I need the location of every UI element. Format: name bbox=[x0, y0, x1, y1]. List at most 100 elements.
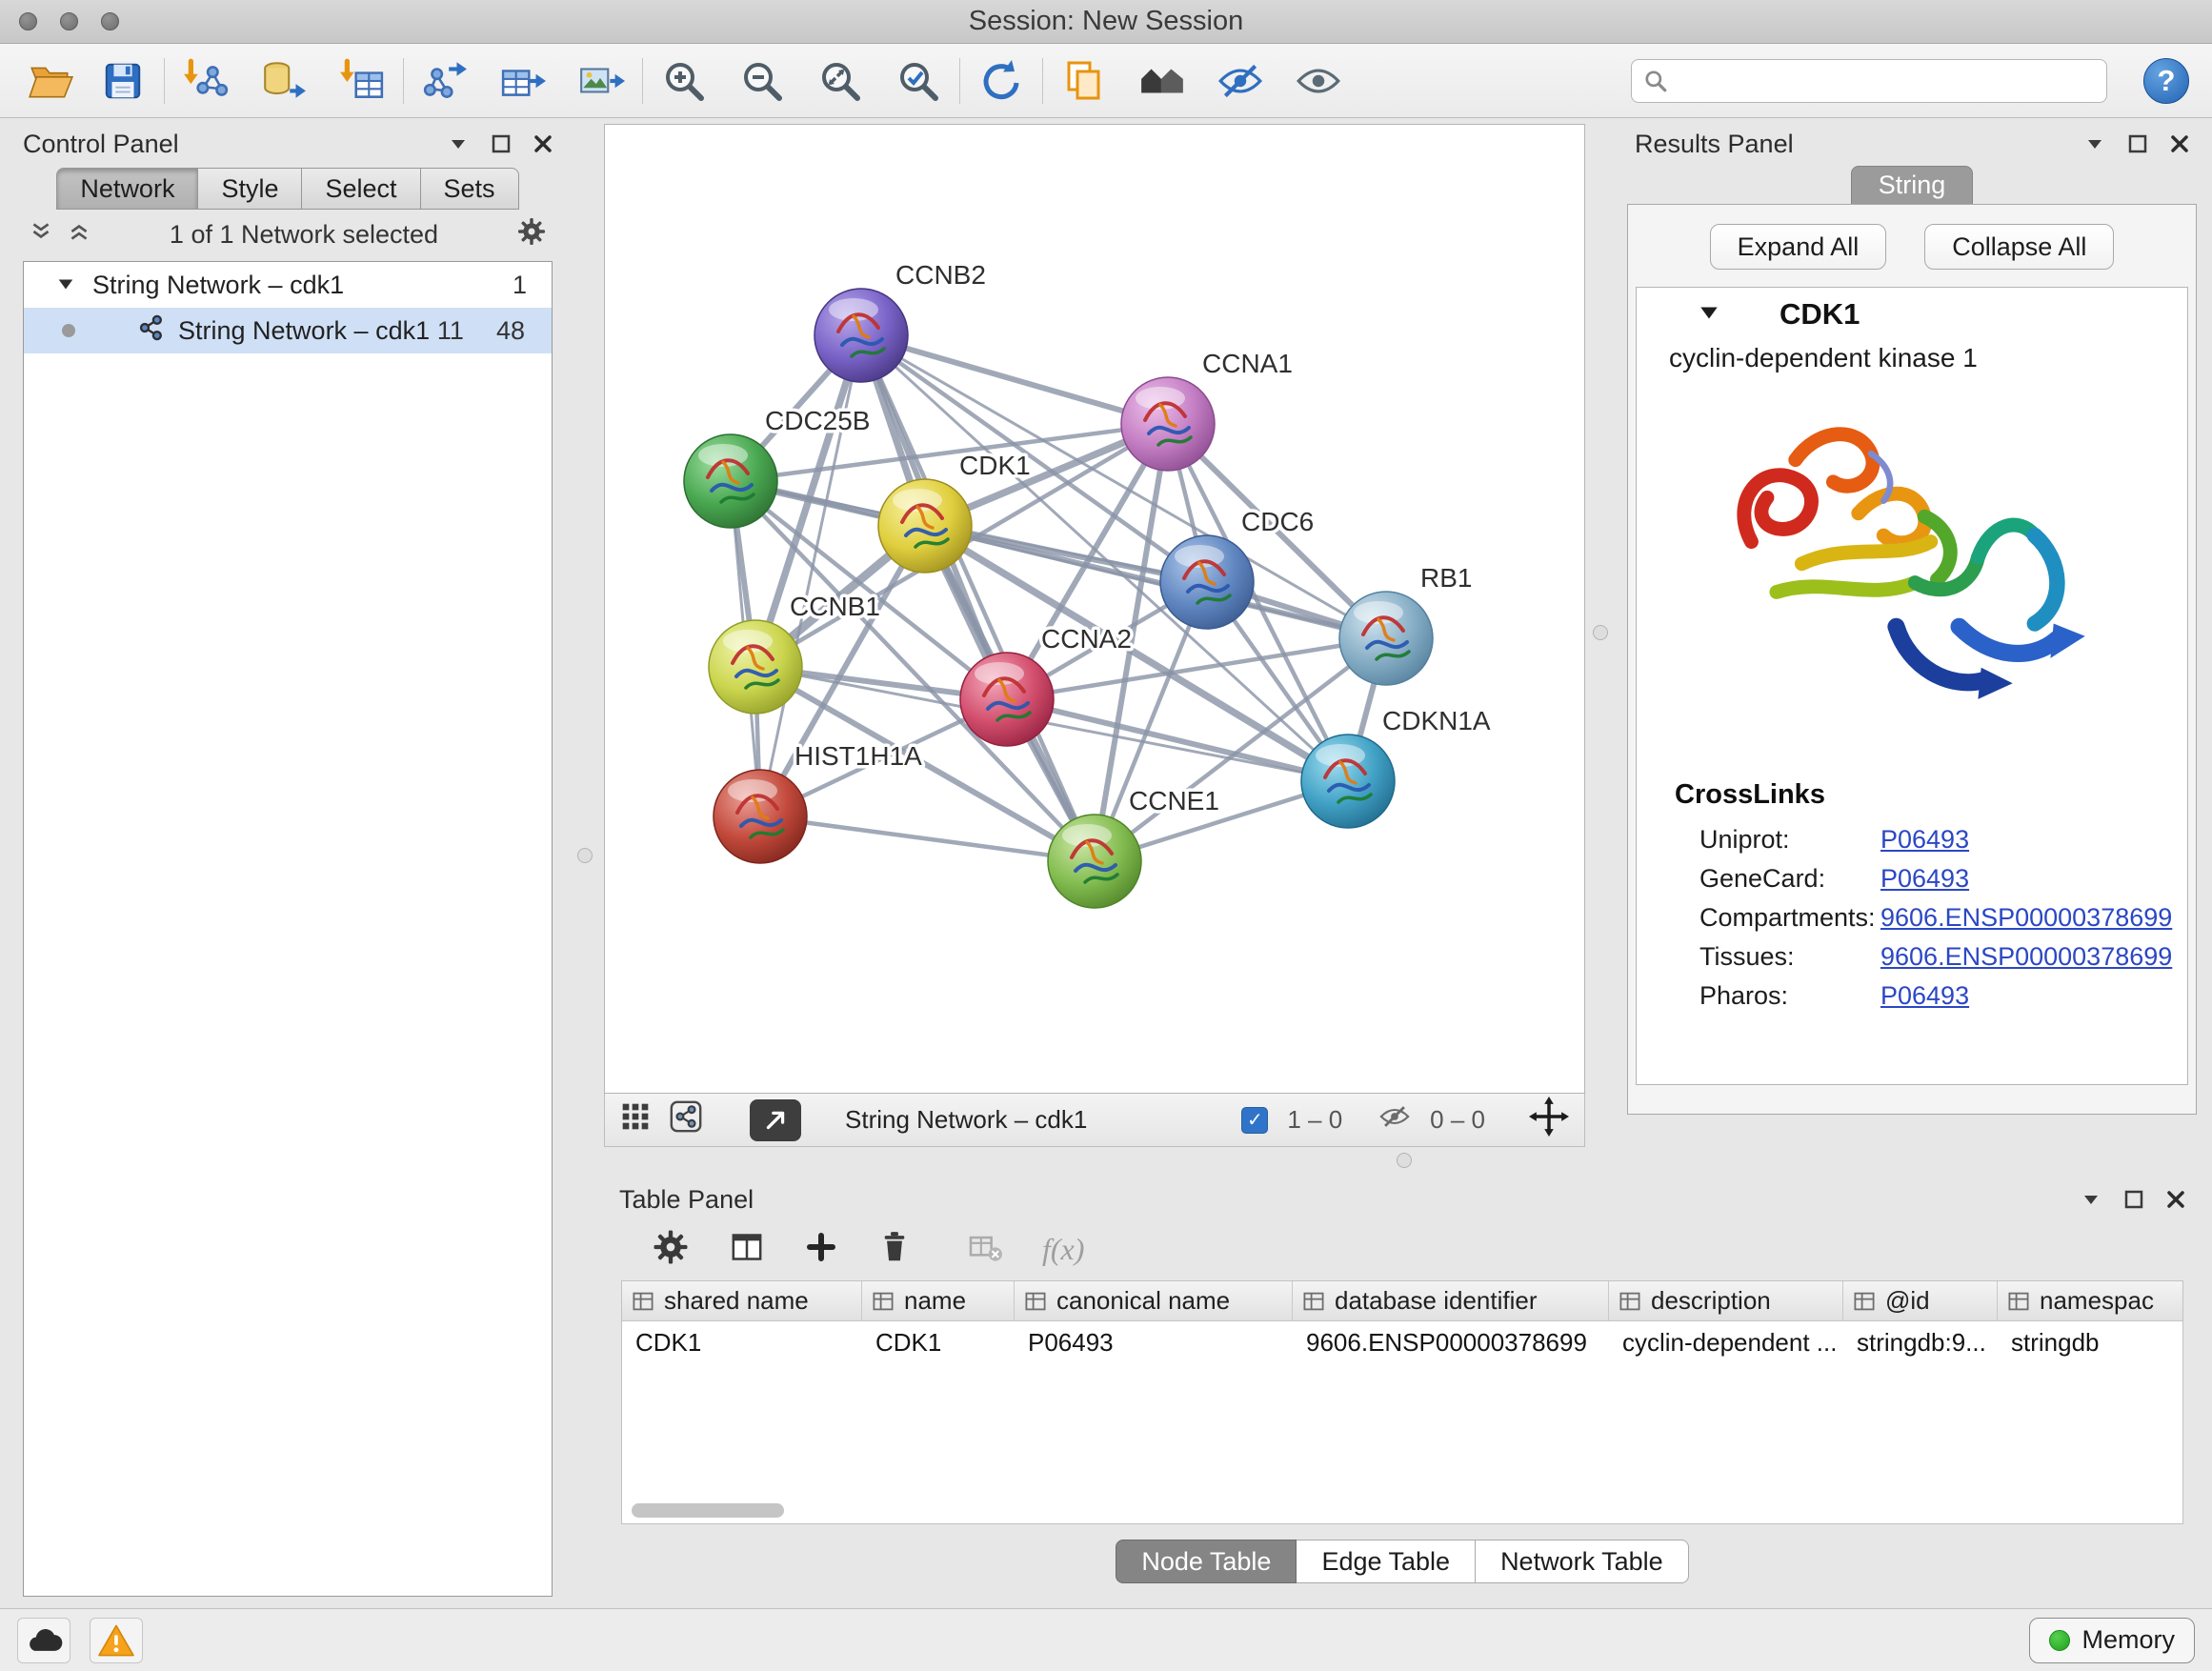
panel-close-icon[interactable] bbox=[533, 134, 553, 153]
gene-expander-icon[interactable] bbox=[1698, 301, 1720, 329]
zoom-window-button[interactable] bbox=[101, 12, 119, 30]
network-collection-row[interactable]: String Network – cdk1 1 bbox=[24, 262, 552, 308]
network-canvas[interactable]: CCNB2CCNA1CDC25BCDK1CDC6RB1CCNB1CCNA2CDK… bbox=[604, 124, 1585, 1094]
hide-selected-button[interactable] bbox=[1213, 53, 1268, 109]
splitter-handle[interactable] bbox=[577, 848, 593, 863]
grid-view-icon[interactable] bbox=[620, 1101, 651, 1138]
cell-shared-name[interactable]: CDK1 bbox=[622, 1328, 862, 1358]
tab-sets[interactable]: Sets bbox=[421, 168, 519, 210]
cell-name[interactable]: CDK1 bbox=[862, 1328, 1015, 1358]
panel-float-icon[interactable] bbox=[492, 134, 511, 153]
import-network-database-button[interactable] bbox=[256, 53, 312, 109]
panel-close-icon[interactable] bbox=[2166, 1190, 2185, 1209]
network-edge[interactable] bbox=[925, 526, 1386, 638]
tab-node-table[interactable]: Node Table bbox=[1116, 1540, 1297, 1583]
column-header-shared-name[interactable]: shared name bbox=[622, 1281, 862, 1320]
cell-canonical-name[interactable]: P06493 bbox=[1015, 1328, 1293, 1358]
column-header-namespace[interactable]: namespac bbox=[1998, 1281, 2182, 1320]
splitter-handle[interactable] bbox=[1593, 625, 1608, 640]
column-header-description[interactable]: description bbox=[1609, 1281, 1843, 1320]
zoom-in-button[interactable] bbox=[656, 53, 712, 109]
export-table-button[interactable] bbox=[495, 53, 551, 109]
gene-card-header[interactable]: CDK1 bbox=[1637, 288, 2187, 341]
show-all-button[interactable] bbox=[1291, 53, 1346, 109]
import-network-file-button[interactable] bbox=[178, 53, 233, 109]
panel-close-icon[interactable] bbox=[2170, 134, 2189, 153]
crosslink-link[interactable]: P06493 bbox=[1880, 825, 1969, 855]
network-edge[interactable] bbox=[760, 816, 1095, 861]
network-node-RB1[interactable]: RB1 bbox=[1339, 563, 1472, 685]
import-table-button[interactable] bbox=[334, 53, 390, 109]
export-network-button[interactable] bbox=[417, 53, 473, 109]
show-columns-button[interactable] bbox=[728, 1228, 766, 1271]
zoom-selected-button[interactable] bbox=[891, 53, 946, 109]
help-button[interactable]: ? bbox=[2143, 58, 2189, 104]
table-row[interactable]: CDK1 CDK1 P06493 9606.ENSP00000378699 cy… bbox=[622, 1321, 2182, 1363]
network-edge[interactable] bbox=[861, 335, 1095, 861]
delete-table-button-disabled[interactable] bbox=[966, 1228, 1004, 1271]
panel-menu-icon[interactable] bbox=[448, 133, 469, 154]
selected-checkbox-icon[interactable]: ✓ bbox=[1241, 1107, 1268, 1134]
cloud-status-button[interactable] bbox=[17, 1618, 70, 1663]
delete-column-button[interactable] bbox=[876, 1229, 913, 1270]
save-session-button[interactable] bbox=[95, 53, 151, 109]
memory-button[interactable]: Memory bbox=[2029, 1618, 2195, 1663]
warnings-button[interactable] bbox=[90, 1618, 143, 1663]
network-node-CCNE1[interactable]: CCNE1 bbox=[1048, 786, 1219, 908]
crosslink-link[interactable]: P06493 bbox=[1880, 864, 1969, 894]
expand-all-networks-icon[interactable] bbox=[67, 219, 91, 251]
create-column-button[interactable] bbox=[804, 1230, 838, 1269]
splitter-handle[interactable] bbox=[1397, 1153, 1412, 1168]
function-builder-button-disabled[interactable]: f(x) bbox=[1042, 1232, 1084, 1267]
cell-description[interactable]: cyclin-dependent ... bbox=[1609, 1328, 1843, 1358]
search-input[interactable] bbox=[1678, 66, 2095, 95]
panel-float-icon[interactable] bbox=[2124, 1190, 2143, 1209]
network-node-CDKN1A[interactable]: CDKN1A bbox=[1301, 706, 1491, 828]
horizontal-scrollbar-thumb[interactable] bbox=[632, 1503, 784, 1518]
network-row[interactable]: String Network – cdk1 11 48 bbox=[24, 308, 552, 353]
network-node-CDK1[interactable]: CDK1 bbox=[878, 451, 1031, 573]
pan-mode-icon[interactable] bbox=[1529, 1097, 1569, 1143]
column-header-id[interactable]: @id bbox=[1843, 1281, 1998, 1320]
detach-view-button[interactable] bbox=[750, 1099, 801, 1141]
zoom-fit-button[interactable] bbox=[813, 53, 868, 109]
network-node-CCNA1[interactable]: CCNA1 bbox=[1121, 349, 1293, 471]
tab-network[interactable]: Network bbox=[56, 168, 198, 210]
collapse-all-button[interactable]: Collapse All bbox=[1924, 224, 2114, 270]
table-options-gear-button[interactable] bbox=[652, 1228, 690, 1271]
cell-id[interactable]: stringdb:9... bbox=[1843, 1328, 1998, 1358]
tab-select[interactable]: Select bbox=[302, 168, 420, 210]
crosslink-link[interactable]: P06493 bbox=[1880, 981, 1969, 1011]
tab-string[interactable]: String bbox=[1851, 166, 1974, 204]
open-session-button[interactable] bbox=[23, 53, 78, 109]
network-edge[interactable] bbox=[861, 335, 1168, 424]
crosslink-link[interactable]: 9606.ENSP00000378699 bbox=[1880, 903, 2172, 933]
column-header-database-identifier[interactable]: database identifier bbox=[1293, 1281, 1609, 1320]
hidden-eye-slash-icon[interactable] bbox=[1378, 1100, 1411, 1139]
tab-network-table[interactable]: Network Table bbox=[1476, 1540, 1689, 1583]
panel-float-icon[interactable] bbox=[2128, 134, 2147, 153]
panel-menu-icon[interactable] bbox=[2084, 133, 2105, 154]
collapse-all-networks-icon[interactable] bbox=[29, 219, 53, 251]
close-window-button[interactable] bbox=[19, 12, 37, 30]
crosslink-link[interactable]: 9606.ENSP00000378699 bbox=[1880, 942, 2172, 972]
network-options-gear-button[interactable] bbox=[516, 216, 547, 253]
column-header-canonical-name[interactable]: canonical name bbox=[1015, 1281, 1293, 1320]
export-image-button[interactable] bbox=[573, 53, 629, 109]
duplicate-network-button[interactable] bbox=[1056, 53, 1112, 109]
network-node-HIST1H1A[interactable]: HIST1H1A bbox=[714, 741, 922, 863]
network-share-icon[interactable] bbox=[670, 1100, 702, 1139]
cell-database-identifier[interactable]: 9606.ENSP00000378699 bbox=[1293, 1328, 1609, 1358]
tab-edge-table[interactable]: Edge Table bbox=[1297, 1540, 1476, 1583]
minimize-window-button[interactable] bbox=[60, 12, 78, 30]
zoom-out-button[interactable] bbox=[734, 53, 790, 109]
panel-menu-icon[interactable] bbox=[2081, 1189, 2101, 1210]
network-canvas-svg[interactable]: CCNB2CCNA1CDC25BCDK1CDC6RB1CCNB1CCNA2CDK… bbox=[605, 125, 1584, 1093]
column-header-name[interactable]: name bbox=[862, 1281, 1015, 1320]
tree-expander-icon[interactable] bbox=[56, 271, 75, 300]
cell-namespace[interactable]: stringdb bbox=[1998, 1328, 2182, 1358]
refresh-layout-button[interactable] bbox=[974, 53, 1029, 109]
birds-eye-view-button[interactable] bbox=[1135, 53, 1190, 109]
expand-all-button[interactable]: Expand All bbox=[1710, 224, 1887, 270]
tab-style[interactable]: Style bbox=[198, 168, 302, 210]
